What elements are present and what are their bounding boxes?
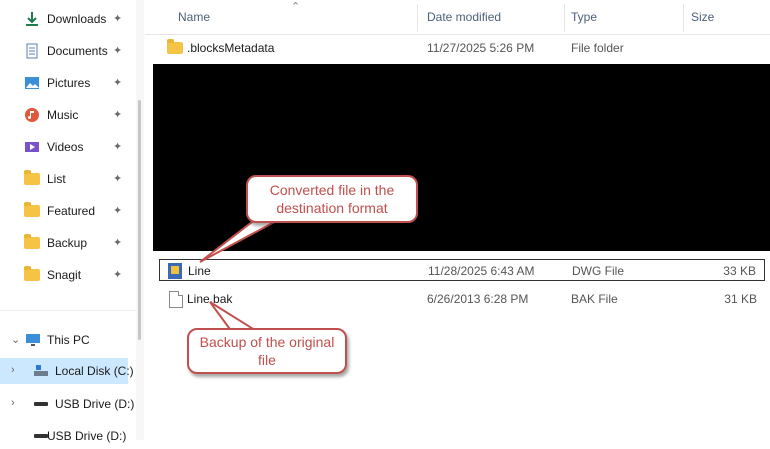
- column-header-bar: ⌃ Name Date modified Type Size: [145, 0, 770, 35]
- nav-label: Videos: [47, 140, 84, 154]
- column-header-type[interactable]: Type: [571, 10, 597, 24]
- dwg-file-icon: [168, 263, 184, 279]
- nav-label: USB Drive (D:): [47, 429, 127, 443]
- redacted-region: [153, 64, 770, 251]
- column-divider[interactable]: [417, 4, 418, 32]
- chevron-right-icon: ›: [11, 364, 15, 376]
- column-divider[interactable]: [564, 4, 565, 32]
- file-row[interactable]: .blocksMetadata 11/27/2025 5:26 PM File …: [159, 37, 765, 59]
- navigation-pane: Downloads ✦ Documents ✦ Pictures ✦ Music…: [0, 0, 137, 443]
- sort-ascending-icon: ⌃: [291, 1, 301, 13]
- nav-label: List: [47, 172, 66, 186]
- chevron-right-icon: ›: [11, 397, 15, 409]
- videos-icon: [25, 142, 39, 152]
- file-type: DWG File: [572, 264, 624, 278]
- pin-icon: ✦: [113, 237, 123, 249]
- pictures-icon: [25, 77, 39, 89]
- divider: [0, 310, 136, 311]
- documents-icon: [26, 43, 38, 59]
- nav-item-snagit[interactable]: Snagit ✦: [0, 263, 136, 287]
- pin-icon: ✦: [113, 109, 123, 121]
- usb-drive-icon: [34, 402, 48, 406]
- pin-icon: ✦: [113, 141, 123, 153]
- folder-icon: [167, 39, 183, 56]
- monitor-icon: [26, 334, 40, 346]
- nav-item-featured[interactable]: Featured ✦: [0, 199, 136, 223]
- nav-item-music[interactable]: Music ✦: [0, 103, 136, 127]
- file-row[interactable]: Line 11/28/2025 6:43 AM DWG File 33 KB: [159, 259, 765, 281]
- pin-icon: ✦: [113, 269, 123, 281]
- music-icon: [25, 108, 39, 122]
- pin-icon: ✦: [113, 77, 123, 89]
- pin-icon: ✦: [113, 173, 123, 185]
- nav-label: USB Drive (D:): [55, 397, 135, 411]
- folder-icon: [24, 234, 40, 251]
- folder-icon: [24, 266, 40, 283]
- nav-item-backup[interactable]: Backup ✦: [0, 231, 136, 255]
- nav-item-documents[interactable]: Documents ✦: [0, 39, 136, 63]
- pin-icon: ✦: [113, 13, 123, 25]
- scrollbar-thumb[interactable]: [138, 100, 141, 340]
- column-header-size[interactable]: Size: [691, 10, 714, 24]
- nav-item-usb-drive[interactable]: › USB Drive (D:): [0, 391, 134, 417]
- nav-label: Downloads: [47, 12, 107, 26]
- nav-item-list[interactable]: List ✦: [0, 167, 136, 191]
- nav-item-videos[interactable]: Videos ✦: [0, 135, 136, 159]
- nav-item-downloads[interactable]: Downloads ✦: [0, 7, 136, 31]
- file-date: 6/26/2013 6:28 PM: [427, 292, 529, 306]
- file-size: 33 KB: [723, 264, 756, 278]
- nav-label: Local Disk (C:): [55, 364, 134, 378]
- nav-label: Documents: [47, 44, 108, 58]
- nav-label: Featured: [47, 204, 96, 218]
- sidebar-scrollbar[interactable]: [136, 0, 144, 440]
- file-list: ⌃ Name Date modified Type Size .blocksMe…: [145, 0, 770, 440]
- chevron-down-icon: ⌄: [11, 334, 21, 346]
- column-header-date[interactable]: Date modified: [427, 10, 501, 24]
- file-date: 11/27/2025 5:26 PM: [427, 41, 535, 55]
- nav-label: Music: [47, 108, 79, 122]
- nav-label: This PC: [47, 333, 90, 347]
- nav-item-pictures[interactable]: Pictures ✦: [0, 71, 136, 95]
- file-name: .blocksMetadata: [187, 41, 275, 55]
- file-row[interactable]: Line.bak 6/26/2013 6:28 PM BAK File 31 K…: [159, 288, 765, 310]
- file-type: BAK File: [571, 292, 618, 306]
- file-name: Line.bak: [187, 292, 233, 306]
- pin-icon: ✦: [113, 45, 123, 57]
- file-name: Line: [188, 264, 211, 278]
- file-date: 11/28/2025 6:43 AM: [428, 264, 535, 278]
- nav-item-usb-drive[interactable]: USB Drive (D:): [0, 423, 128, 449]
- folder-icon: [24, 202, 40, 219]
- callout-backup-file: Backup of the original file: [187, 328, 347, 374]
- nav-item-local-disk[interactable]: › Local Disk (C:): [0, 358, 134, 384]
- file-size: 31 KB: [724, 292, 757, 306]
- nav-item-this-pc[interactable]: ⌄ This PC: [0, 327, 128, 353]
- file-type: File folder: [571, 41, 624, 55]
- nav-label: Snagit: [47, 268, 82, 282]
- drive-icon: [34, 365, 48, 376]
- column-divider[interactable]: [683, 4, 684, 32]
- folder-icon: [24, 170, 40, 187]
- callout-converted-file: Converted file in the destination format: [246, 175, 418, 223]
- pin-icon: ✦: [113, 205, 123, 217]
- nav-label: Backup: [47, 236, 88, 250]
- download-icon: [26, 12, 38, 26]
- column-header-name[interactable]: Name: [178, 10, 210, 24]
- document-icon: [167, 291, 183, 308]
- nav-label: Pictures: [47, 76, 91, 90]
